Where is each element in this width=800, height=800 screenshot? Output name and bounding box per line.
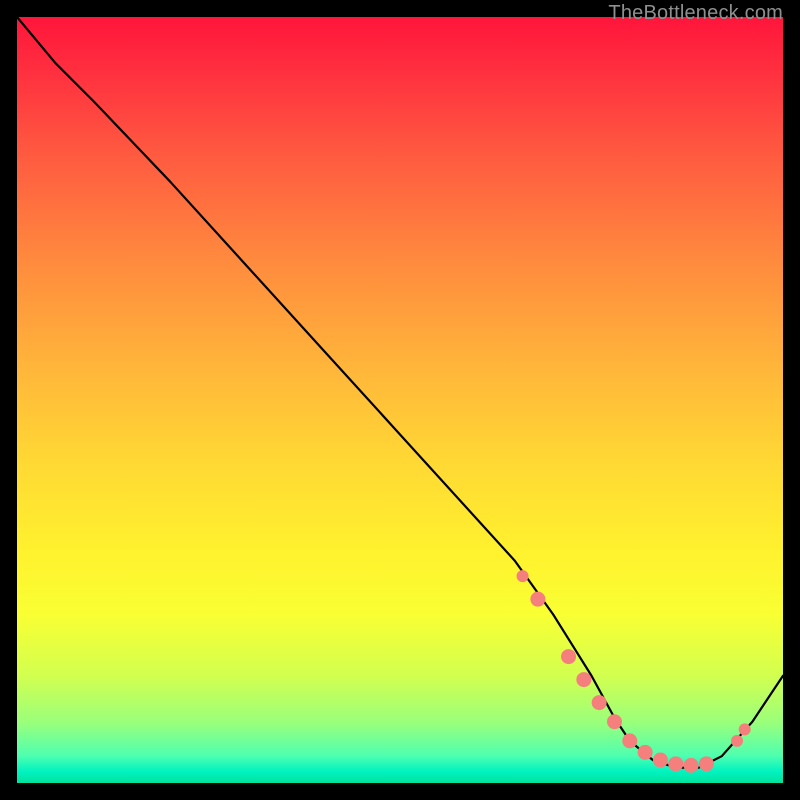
curve-marker — [531, 592, 545, 606]
curve-marker — [562, 650, 576, 664]
curve-marker — [577, 673, 591, 687]
chart-area — [17, 17, 783, 783]
curve-line — [17, 17, 783, 768]
curve-marker — [732, 735, 743, 746]
curve-marker — [592, 696, 606, 710]
curve-marker — [623, 734, 637, 748]
curve-marker — [607, 715, 621, 729]
chart-frame: TheBottleneck.com — [17, 17, 783, 783]
watermark-text: TheBottleneck.com — [608, 2, 783, 25]
curve-marker — [684, 758, 698, 772]
curve-marker — [653, 753, 667, 767]
curve-marker — [669, 757, 683, 771]
chart-svg — [17, 17, 783, 783]
curve-marker — [638, 745, 652, 759]
curve-marker — [517, 571, 528, 582]
curve-marker — [699, 757, 713, 771]
curve-markers — [517, 571, 750, 773]
curve-marker — [739, 724, 750, 735]
